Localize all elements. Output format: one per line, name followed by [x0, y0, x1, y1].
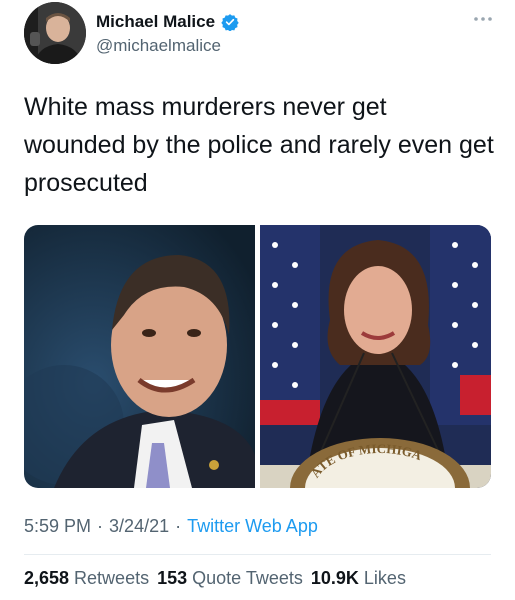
tweet-text: White mass murderers never get wounded b… — [24, 93, 494, 197]
meta-separator: · — [175, 516, 182, 536]
quote-tweets-stat[interactable]: 153 Quote Tweets — [157, 568, 303, 589]
likes-count: 10.9K — [310, 568, 359, 588]
tweet-media[interactable]: ATE OF MICHIGA — [24, 225, 491, 488]
quote-tweets-count: 153 — [157, 568, 188, 588]
tweet-time[interactable]: 5:59 PM — [24, 516, 91, 537]
display-name-row: Michael Malice — [96, 12, 239, 32]
likes-stat[interactable]: 10.9K Likes — [311, 568, 406, 589]
quote-tweets-label: Quote Tweets — [192, 568, 303, 588]
more-options-icon[interactable] — [472, 14, 494, 24]
tweet-source-link[interactable]: Twitter Web App — [187, 516, 318, 537]
photo-left[interactable] — [24, 225, 255, 488]
avatar[interactable] — [24, 2, 86, 64]
photo-right-image: ATE OF MICHIGA — [260, 225, 491, 488]
display-name[interactable]: Michael Malice — [96, 12, 215, 32]
meta-separator: · — [97, 516, 104, 536]
photo-right[interactable]: ATE OF MICHIGA — [260, 225, 491, 488]
tweet-header: Michael Malice @michaelmalice — [24, 0, 494, 72]
verified-badge-icon — [221, 14, 239, 31]
retweets-count: 2,658 — [24, 568, 70, 588]
retweets-stat[interactable]: 2,658 Retweets — [24, 568, 149, 589]
tweet-stats: 2,658 Retweets 153 Quote Tweets 10.9K Li… — [24, 568, 406, 589]
divider — [24, 554, 491, 555]
user-handle[interactable]: @michaelmalice — [96, 36, 239, 56]
user-names: Michael Malice @michaelmalice — [96, 12, 239, 56]
tweet-date[interactable]: 3/24/21 — [109, 516, 169, 537]
likes-label: Likes — [363, 568, 406, 588]
tweet-meta: 5:59 PM · 3/24/21 · Twitter Web App — [24, 516, 318, 537]
photo-left-image — [24, 225, 255, 488]
retweets-label: Retweets — [74, 568, 150, 588]
